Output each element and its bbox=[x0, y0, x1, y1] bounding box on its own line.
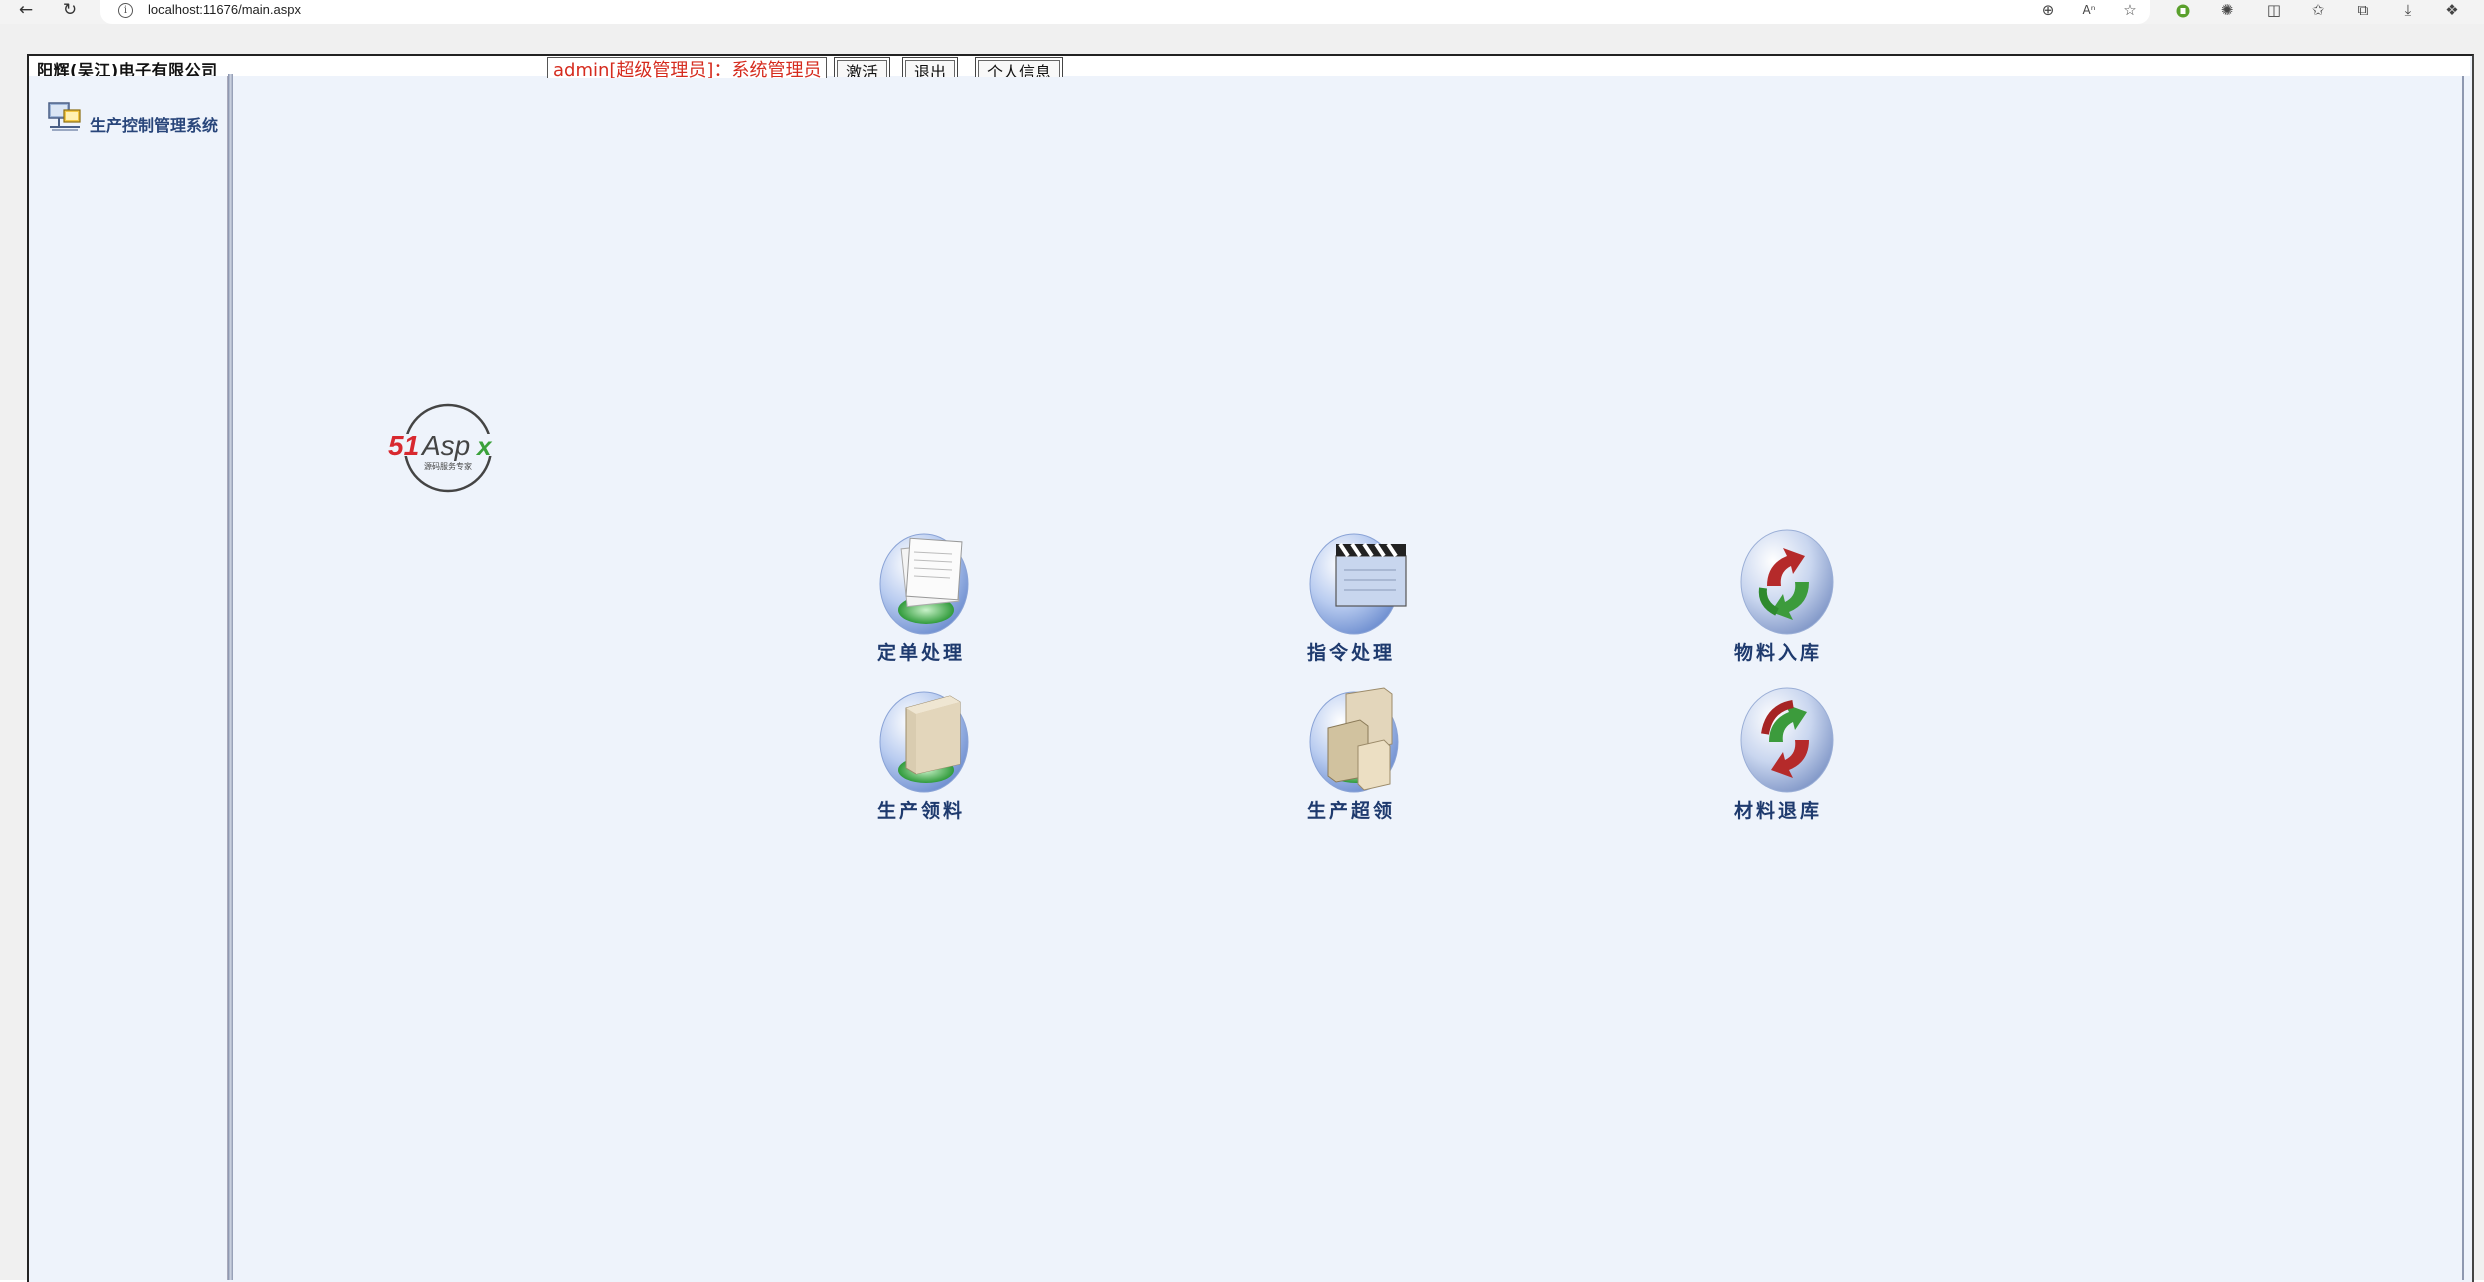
computer-network-icon bbox=[48, 102, 81, 131]
back-icon[interactable]: ← bbox=[14, 0, 38, 22]
tile-production-picking[interactable]: 生产领料 bbox=[841, 684, 1001, 834]
svg-text:Asp: Asp bbox=[420, 430, 470, 461]
site-info-icon[interactable]: i bbox=[118, 3, 133, 18]
reload-icon[interactable]: ↻ bbox=[58, 0, 82, 22]
sidebar-item-label[interactable]: 生产控制管理系统 bbox=[90, 112, 218, 136]
tile-material-stock-in[interactable]: 物料入库 bbox=[1698, 526, 1858, 676]
user-info-text: admin[超级管理员]：系统管理员 bbox=[553, 60, 822, 78]
activate-button[interactable]: 激活 bbox=[834, 57, 891, 77]
logout-button-label[interactable]: 退出 bbox=[905, 60, 956, 77]
tile-label[interactable]: 材料退库 bbox=[1698, 796, 1858, 823]
tile-order-processing[interactable]: 定单处理 bbox=[841, 526, 1001, 676]
tile-production-over-picking[interactable]: 生产超领 bbox=[1271, 684, 1431, 834]
tile-instruction-processing[interactable]: 指令处理 bbox=[1271, 526, 1431, 676]
svg-text:51: 51 bbox=[388, 430, 419, 461]
content-border bbox=[2462, 76, 2464, 1280]
zoom-icon[interactable]: ⊕ bbox=[2037, 0, 2059, 22]
boxes-icon bbox=[1309, 687, 1399, 793]
return-arrows-icon bbox=[1740, 687, 1834, 793]
header-strip bbox=[29, 56, 2470, 76]
clapperboard-icon bbox=[1309, 533, 1407, 635]
url-text[interactable]: localhost:11676/main.aspx bbox=[148, 2, 301, 17]
brand-logo: 51 Asp x 源码服务专家 bbox=[384, 400, 512, 496]
tile-label[interactable]: 定单处理 bbox=[841, 638, 1001, 665]
frame-splitter[interactable] bbox=[228, 74, 233, 1280]
address-bar[interactable] bbox=[100, 0, 2150, 24]
svg-text:x: x bbox=[475, 431, 493, 461]
profile-button[interactable]: 个人信息 bbox=[975, 57, 1064, 77]
tile-label[interactable]: 生产领料 bbox=[841, 796, 1001, 823]
browser-toolbar: ← ↻ i localhost:11676/main.aspx ⊕ Aⁿ ☆ ✺… bbox=[0, 0, 2484, 24]
user-info-box: admin[超级管理员]：系统管理员 bbox=[547, 57, 828, 78]
sidebar bbox=[31, 76, 228, 1280]
tile-material-return[interactable]: 材料退库 bbox=[1698, 684, 1858, 834]
collections-icon[interactable]: ⧉ bbox=[2352, 0, 2374, 22]
documents-icon bbox=[879, 533, 969, 635]
app-frame bbox=[27, 54, 2474, 1282]
stock-in-arrows-icon bbox=[1740, 529, 1834, 635]
copilot-icon[interactable]: ❖ bbox=[2441, 0, 2463, 22]
box-icon bbox=[879, 691, 969, 793]
extension-icon[interactable] bbox=[2172, 0, 2194, 22]
favorite-star-icon[interactable]: ☆ bbox=[2119, 0, 2141, 22]
favorites-icon[interactable]: ✩ bbox=[2307, 0, 2329, 22]
svg-text:源码服务专家: 源码服务专家 bbox=[424, 461, 472, 471]
activate-button-label[interactable]: 激活 bbox=[837, 60, 888, 77]
tile-label[interactable]: 指令处理 bbox=[1271, 638, 1431, 665]
profile-button-label[interactable]: 个人信息 bbox=[978, 60, 1061, 77]
brand-logo-graphic: 51 Asp x 源码服务专家 bbox=[386, 403, 510, 493]
read-aloud-icon[interactable]: Aⁿ bbox=[2078, 0, 2100, 22]
sidebar-item-production-control[interactable]: 生产控制管理系统 bbox=[46, 100, 222, 140]
puzzle-icon[interactable]: ✺ bbox=[2216, 0, 2238, 22]
tile-label[interactable]: 生产超领 bbox=[1271, 796, 1431, 823]
split-screen-icon[interactable]: ◫ bbox=[2263, 0, 2285, 22]
tile-label[interactable]: 物料入库 bbox=[1698, 638, 1858, 665]
downloads-icon[interactable]: ⤓ bbox=[2397, 0, 2419, 22]
logout-button[interactable]: 退出 bbox=[902, 57, 959, 77]
